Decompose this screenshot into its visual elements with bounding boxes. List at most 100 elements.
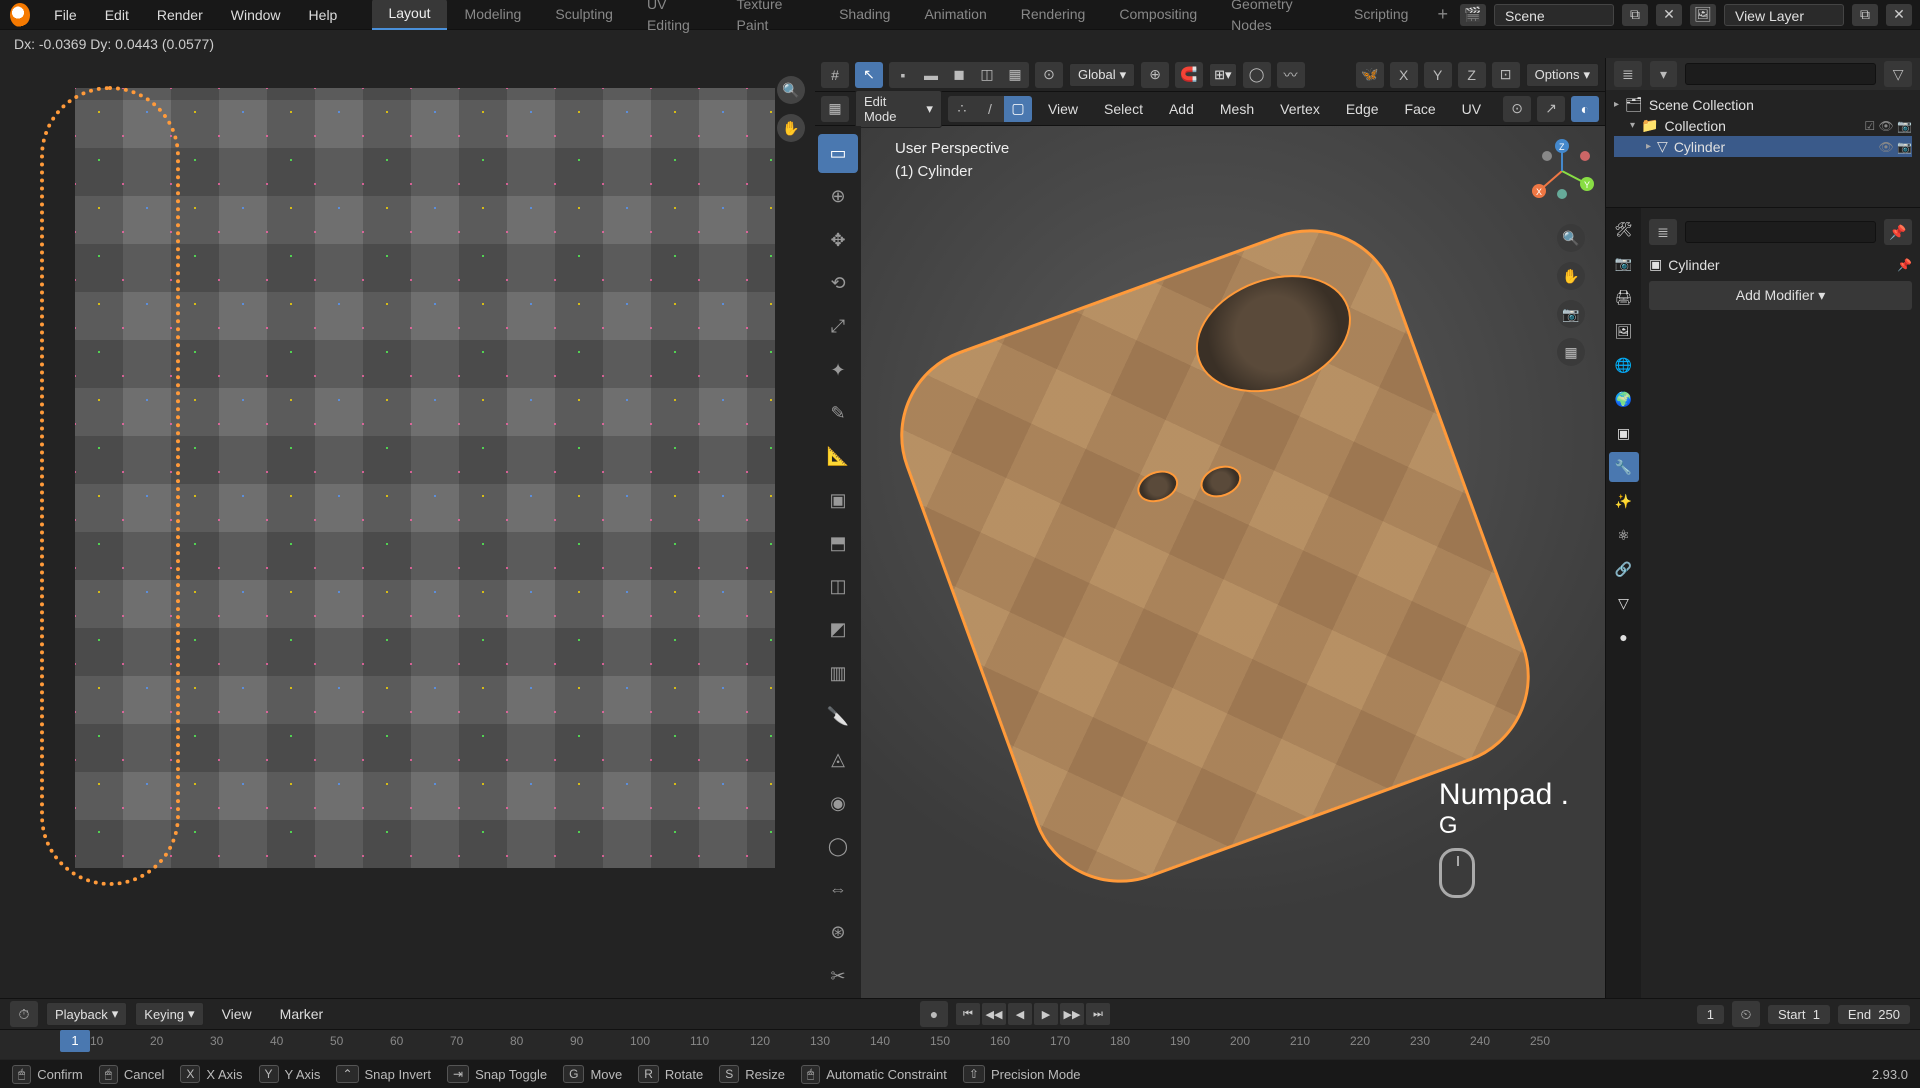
uv-zoom-icon[interactable]: 🔍 bbox=[777, 76, 805, 104]
overlay-icon[interactable]: ⊙ bbox=[1503, 96, 1531, 122]
workspace-texture-paint[interactable]: Texture Paint bbox=[720, 0, 821, 40]
workspace-uv-editing[interactable]: UV Editing bbox=[631, 0, 719, 40]
tool-inset[interactable]: ◫ bbox=[818, 567, 858, 606]
mode-select[interactable]: Edit Mode ▾ bbox=[855, 90, 942, 128]
scene-select[interactable]: Scene bbox=[1494, 4, 1614, 26]
select-island-icon[interactable]: ◫ bbox=[973, 62, 1001, 88]
tool-move[interactable]: ✥ bbox=[818, 221, 858, 260]
select-face-icon[interactable]: ◼ bbox=[945, 62, 973, 88]
timeline-view-menu[interactable]: View bbox=[212, 1006, 262, 1022]
scene-new-icon[interactable]: ⧉ bbox=[1622, 4, 1648, 26]
prop-type-icon[interactable]: ≣ bbox=[1649, 219, 1677, 245]
tool-measure[interactable]: 📐 bbox=[818, 437, 858, 476]
uv-island-selection[interactable] bbox=[40, 86, 180, 886]
viewlayer-new-icon[interactable]: ⧉ bbox=[1852, 4, 1878, 26]
autokey-icon[interactable]: ● bbox=[920, 1001, 948, 1027]
snap-type-icon[interactable]: ⊞▾ bbox=[1209, 63, 1236, 87]
menu-help[interactable]: Help bbox=[295, 7, 352, 23]
prop-tab-mesh[interactable]: ▽ bbox=[1609, 588, 1639, 618]
add-workspace-button[interactable]: + bbox=[1425, 4, 1460, 25]
prop-curve-icon[interactable]: 〰 bbox=[1277, 62, 1305, 88]
prop-tab-physics[interactable]: ⚛ bbox=[1609, 520, 1639, 550]
mirror-icon[interactable]: 🦋 bbox=[1356, 62, 1384, 88]
tool-shrink[interactable]: ⊛ bbox=[818, 913, 858, 952]
prop-tab-constraints[interactable]: 🔗 bbox=[1609, 554, 1639, 584]
vp-menu-face[interactable]: Face bbox=[1395, 101, 1446, 117]
vp-pan-icon[interactable]: ✋ bbox=[1557, 262, 1585, 290]
mesh-select-face-icon[interactable]: ▢ bbox=[1004, 96, 1032, 122]
select-vertex-icon[interactable]: ▪ bbox=[889, 62, 917, 88]
tool-scale[interactable]: ⤢ bbox=[818, 307, 858, 346]
tool-knife[interactable]: 🔪 bbox=[818, 697, 858, 736]
viewlayer-select[interactable]: View Layer bbox=[1724, 4, 1844, 26]
prop-tab-modifiers[interactable]: 🔧 bbox=[1609, 452, 1639, 482]
scene-icon[interactable]: 🎬 bbox=[1460, 4, 1486, 26]
workspace-compositing[interactable]: Compositing bbox=[1103, 0, 1213, 29]
workspace-animation[interactable]: Animation bbox=[908, 0, 1002, 29]
cursor-tool-icon[interactable]: ↖ bbox=[855, 62, 883, 88]
keyframe-next-icon[interactable]: ▶▶ bbox=[1060, 1003, 1084, 1025]
orientation-select[interactable]: Global ▾ bbox=[1069, 63, 1135, 87]
workspace-shading[interactable]: Shading bbox=[823, 0, 906, 29]
keying-menu[interactable]: Keying ▾ bbox=[135, 1002, 203, 1026]
pivot-icon[interactable]: ⊙ bbox=[1035, 62, 1063, 88]
viewport-canvas[interactable]: ▭ ⊕ ✥ ⟲ ⤢ ✦ ✎ 📐 ▣ ⬒ ◫ ◩ ▥ 🔪 ◬ ◉ ◯ ⇔ ⊛ ✂ bbox=[815, 126, 1605, 998]
play-reverse-icon[interactable]: ◀ bbox=[1008, 1003, 1032, 1025]
mode-icon[interactable]: ▦ bbox=[821, 96, 849, 122]
pivot2-icon[interactable]: ⊕ bbox=[1141, 62, 1169, 88]
timeline-marker-menu[interactable]: Marker bbox=[270, 1006, 334, 1022]
workspace-rendering[interactable]: Rendering bbox=[1005, 0, 1102, 29]
tree-scene-collection[interactable]: ▸🗂 Scene Collection bbox=[1614, 94, 1912, 115]
outliner-search[interactable] bbox=[1685, 63, 1876, 85]
playback-menu[interactable]: Playback ▾ bbox=[46, 1002, 127, 1026]
tool-transform[interactable]: ✦ bbox=[818, 350, 858, 389]
editor-type-icon[interactable]: # bbox=[821, 62, 849, 88]
prop-tab-viewlayer[interactable]: 🖼 bbox=[1609, 316, 1639, 346]
tool-cursor[interactable]: ⊕ bbox=[818, 177, 858, 216]
tool-smooth[interactable]: ◯ bbox=[818, 827, 858, 866]
prop-pin-icon[interactable]: 📌 bbox=[1884, 219, 1912, 245]
scene-close-icon[interactable]: ✕ bbox=[1656, 4, 1682, 26]
vp-menu-add[interactable]: Add bbox=[1159, 101, 1204, 117]
prop-tab-world[interactable]: 🌍 bbox=[1609, 384, 1639, 414]
current-frame[interactable]: 1 bbox=[1697, 1005, 1724, 1024]
tool-bevel[interactable]: ◩ bbox=[818, 610, 858, 649]
properties-search[interactable] bbox=[1685, 221, 1876, 243]
viewlayer-icon[interactable]: 🖼 bbox=[1690, 4, 1716, 26]
workspace-layout[interactable]: Layout bbox=[372, 0, 446, 30]
select-edge-icon[interactable]: ▬ bbox=[917, 62, 945, 88]
viewlayer-close-icon[interactable]: ✕ bbox=[1886, 4, 1912, 26]
vp-camera-icon[interactable]: 📷 bbox=[1557, 300, 1585, 328]
prop-tab-object[interactable]: ▣ bbox=[1609, 418, 1639, 448]
tool-add-cube[interactable]: ▣ bbox=[818, 480, 858, 519]
playhead[interactable]: 1 bbox=[60, 1030, 90, 1052]
workspace-sculpting[interactable]: Sculpting bbox=[539, 0, 629, 29]
tool-edge-slide[interactable]: ⇔ bbox=[818, 870, 858, 909]
axis-y-button[interactable]: Y bbox=[1424, 62, 1452, 88]
workspace-geometry-nodes[interactable]: Geometry Nodes bbox=[1215, 0, 1336, 40]
tool-rip[interactable]: ✂ bbox=[818, 957, 858, 996]
vp-menu-view[interactable]: View bbox=[1038, 101, 1088, 117]
outliner-type-icon[interactable]: ≣ bbox=[1614, 61, 1642, 87]
menu-edit[interactable]: Edit bbox=[91, 7, 143, 23]
timeline-ruler[interactable]: 1 10203040506070809010011012013014015016… bbox=[0, 1029, 1920, 1059]
workspace-modeling[interactable]: Modeling bbox=[449, 0, 538, 29]
axis-z-button[interactable]: Z bbox=[1458, 62, 1486, 88]
jump-start-icon[interactable]: ⏮ bbox=[956, 1003, 980, 1025]
vp-menu-vertex[interactable]: Vertex bbox=[1270, 101, 1330, 117]
vp-menu-uv[interactable]: UV bbox=[1452, 101, 1491, 117]
menu-window[interactable]: Window bbox=[217, 7, 295, 23]
axis-gizmo[interactable]: X Y Z bbox=[1527, 136, 1597, 206]
mesh-select-vertex-icon[interactable]: ∴ bbox=[948, 96, 976, 122]
tool-spin[interactable]: ◉ bbox=[818, 783, 858, 822]
vp-menu-edge[interactable]: Edge bbox=[1336, 101, 1389, 117]
jump-end-icon[interactable]: ⏭ bbox=[1086, 1003, 1110, 1025]
tool-annotate[interactable]: ✎ bbox=[818, 394, 858, 433]
vp-menu-mesh[interactable]: Mesh bbox=[1210, 101, 1264, 117]
menu-render[interactable]: Render bbox=[143, 7, 217, 23]
gizmo-icon[interactable]: ↗ bbox=[1537, 96, 1565, 122]
mesh-opts-icon[interactable]: ⊡ bbox=[1492, 62, 1520, 88]
uv-canvas[interactable]: 🔍 ✋ bbox=[0, 58, 815, 998]
tool-select-box[interactable]: ▭ bbox=[818, 134, 858, 173]
tool-loop-cut[interactable]: ▥ bbox=[818, 654, 858, 693]
